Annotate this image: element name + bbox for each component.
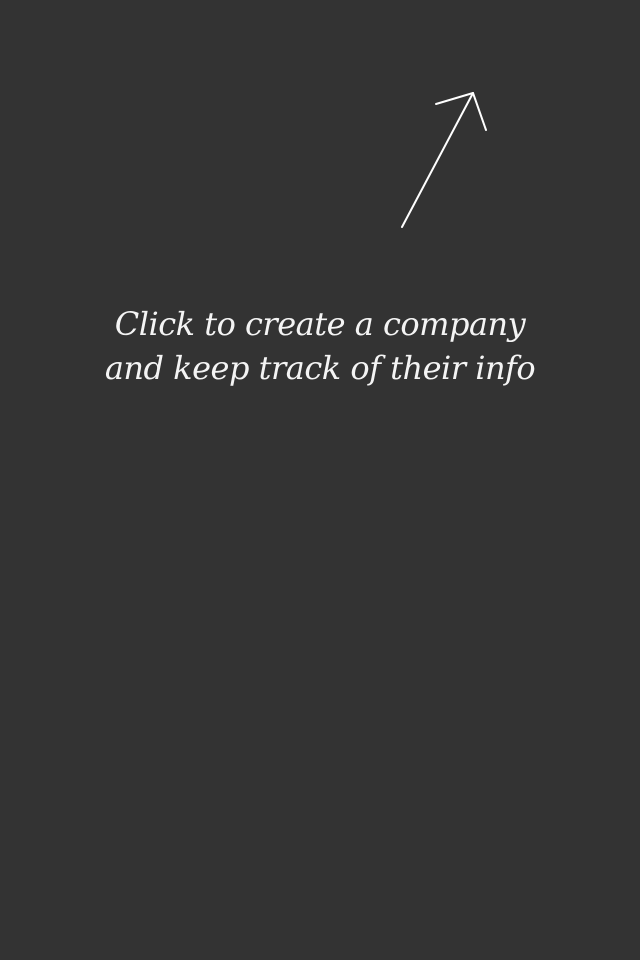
hint-line-2: and keep track of their info bbox=[104, 349, 536, 387]
arrow-up-right-icon bbox=[401, 92, 487, 228]
hint-line-1: Click to create a company bbox=[114, 305, 526, 343]
empty-state-hint: Click to create a company and keep track… bbox=[0, 302, 640, 390]
empty-state-screen: Click to create a company and keep track… bbox=[0, 0, 640, 960]
